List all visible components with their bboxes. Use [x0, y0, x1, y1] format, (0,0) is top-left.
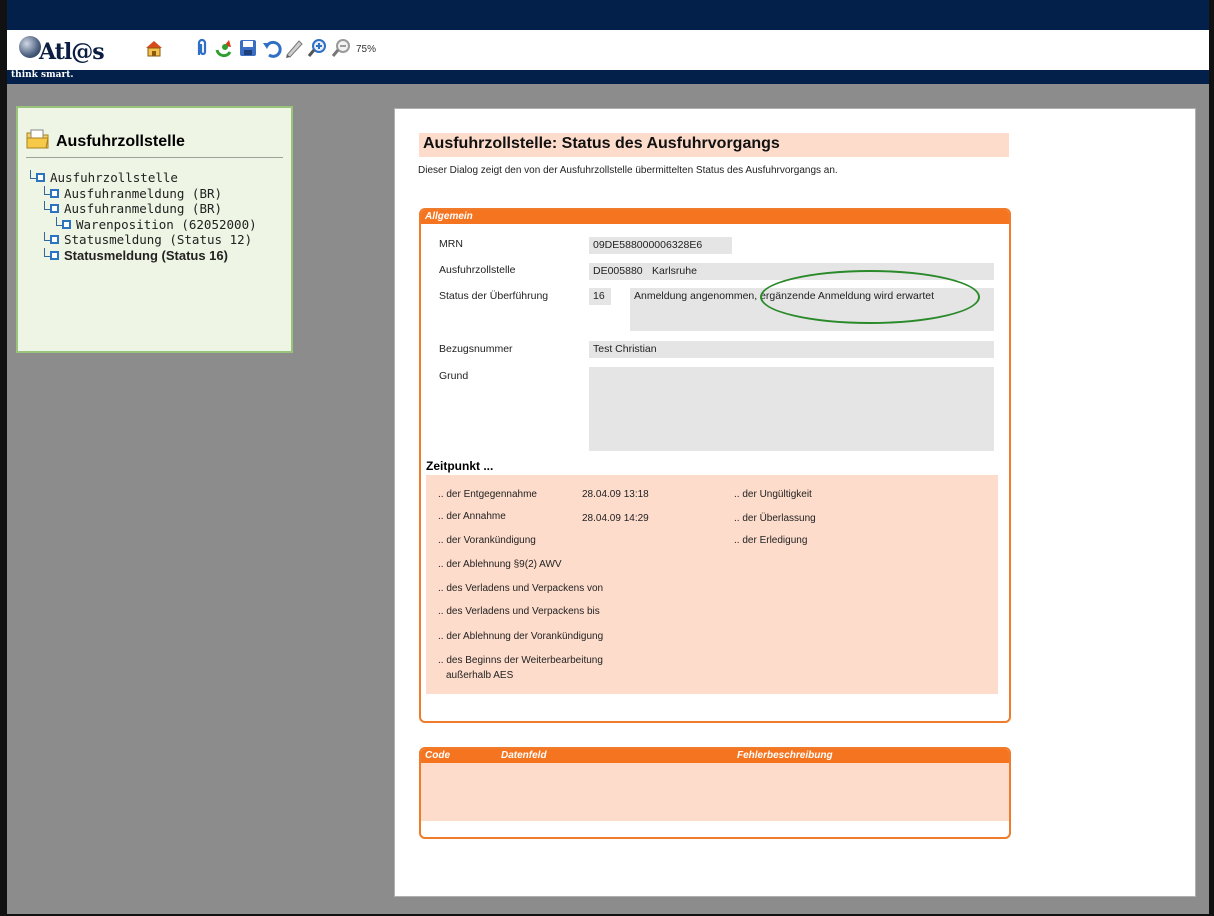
zeitpunkt-panel: .. der Entgegennahme 28.04.09 13:18 .. d… — [426, 475, 998, 694]
column-datenfeld: Datenfeld — [501, 750, 547, 761]
zeitpunkt-entgegennahme-label: .. der Entgegennahme — [438, 489, 537, 500]
status-code-field[interactable]: 16 — [589, 288, 611, 305]
column-code: Code — [425, 750, 450, 761]
zeitpunkt-heading: Zeitpunkt ... — [426, 459, 494, 473]
globe-icon — [19, 36, 41, 58]
zeitpunkt-annahme-label: .. der Annahme — [438, 511, 506, 522]
edit-icon[interactable] — [283, 37, 305, 59]
allgemein-section: Allgemein MRN 09DE588000006328E6 Ausfuhr… — [419, 208, 1011, 723]
status-label: Status der Überführung — [439, 290, 549, 302]
zollstelle-code-field[interactable]: DE005880 — [589, 263, 648, 280]
bezug-label: Bezugsnummer — [439, 343, 513, 355]
title-bar — [7, 0, 1209, 30]
zeitpunkt-ungueltigkeit-label: .. der Ungültigkeit — [734, 489, 812, 500]
grund-label: Grund — [439, 370, 469, 382]
navigation-title: Ausfuhrzollstelle — [26, 124, 283, 158]
column-fehlerbeschreibung: Fehlerbeschreibung — [737, 750, 833, 761]
undo-icon[interactable] — [261, 37, 283, 59]
mrn-field[interactable]: 09DE588000006328E6 — [589, 237, 732, 254]
save-icon[interactable] — [237, 37, 259, 59]
page-title: Ausfuhrzollstelle: Status des Ausfuhrvor… — [419, 133, 1009, 157]
zoom-level: 75% — [356, 44, 377, 55]
zeitpunkt-annahme-value: 28.04.09 14:29 — [582, 513, 649, 524]
zollstelle-label: Ausfuhrzollstelle — [439, 264, 516, 276]
zeitpunkt-verladen-von-label: .. des Verladens und Verpackens von — [438, 583, 604, 594]
zoom-in-icon[interactable] — [307, 37, 329, 59]
bezug-field[interactable]: Test Christian — [589, 341, 994, 358]
zoom-out-icon[interactable] — [331, 37, 353, 59]
atlas-logo: Atl@s — [15, 34, 125, 66]
zeitpunkt-erledigung-label: .. der Erledigung — [734, 535, 808, 546]
tree-item-warenposition[interactable]: Warenposition (62052000) — [26, 216, 286, 233]
tree-item-statusmeldung-16[interactable]: Statusmeldung (Status 16) — [26, 247, 286, 264]
tagline-bar: think smart. — [7, 70, 1209, 84]
toolbar: Atl@s 75% — [7, 30, 1209, 70]
logo-text: Atl@s — [39, 39, 105, 65]
highlight-ellipse — [760, 270, 980, 324]
navigation-tree: Ausfuhrzollstelle Ausfuhranmeldung (BR) … — [26, 170, 286, 263]
zeitpunkt-entgegennahme-value: 28.04.09 13:18 — [582, 489, 649, 500]
fehler-section: Code Datenfeld Fehlerbeschreibung — [419, 747, 1011, 839]
zeitpunkt-verladen-bis-label: .. des Verladens und Verpackens bis — [438, 606, 600, 617]
fehler-table-body — [421, 763, 1009, 821]
tree-item-ausfuhranmeldung-1[interactable]: Ausfuhranmeldung (BR) — [26, 185, 286, 202]
home-icon[interactable] — [143, 37, 165, 59]
fehler-header: Code Datenfeld Fehlerbeschreibung — [421, 749, 1009, 763]
zeitpunkt-ablehnung-awv-label: .. der Ablehnung §9(2) AWV — [438, 559, 562, 570]
navigation-panel: Ausfuhrzollstelle Ausfuhrzollstelle Ausf… — [16, 106, 293, 353]
document-page: Ausfuhrzollstelle: Status des Ausfuhrvor… — [394, 108, 1196, 897]
grund-field[interactable] — [589, 367, 994, 451]
folder-icon — [26, 129, 49, 149]
mrn-label: MRN — [439, 238, 463, 250]
zeitpunkt-vorankuendigung-label: .. der Vorankündigung — [438, 535, 536, 546]
page-description: Dieser Dialog zeigt den von der Ausfuhrz… — [418, 165, 838, 176]
navigation-title-text: Ausfuhrzollstelle — [56, 133, 185, 150]
zeitpunkt-ablehnung-vorank-label: .. der Ablehnung der Vorankündigung — [438, 631, 604, 642]
tree-item-ausfuhrzollstelle[interactable]: Ausfuhrzollstelle — [26, 170, 286, 186]
tagline: think smart. — [11, 70, 74, 80]
zeitpunkt-weiterbearbeitung-label-2: außerhalb AES — [446, 670, 514, 681]
tree-item-ausfuhranmeldung-2[interactable]: Ausfuhranmeldung (BR) — [26, 201, 286, 217]
attachment-icon[interactable] — [191, 37, 213, 59]
allgemein-header: Allgemein — [421, 210, 1009, 224]
refresh-icon[interactable] — [213, 37, 235, 59]
tree-item-statusmeldung-12[interactable]: Statusmeldung (Status 12) — [26, 232, 286, 248]
zeitpunkt-ueberlassung-label: .. der Überlassung — [734, 513, 816, 524]
zeitpunkt-weiterbearbeitung-label: .. des Beginns der Weiterbearbeitung — [438, 655, 603, 666]
